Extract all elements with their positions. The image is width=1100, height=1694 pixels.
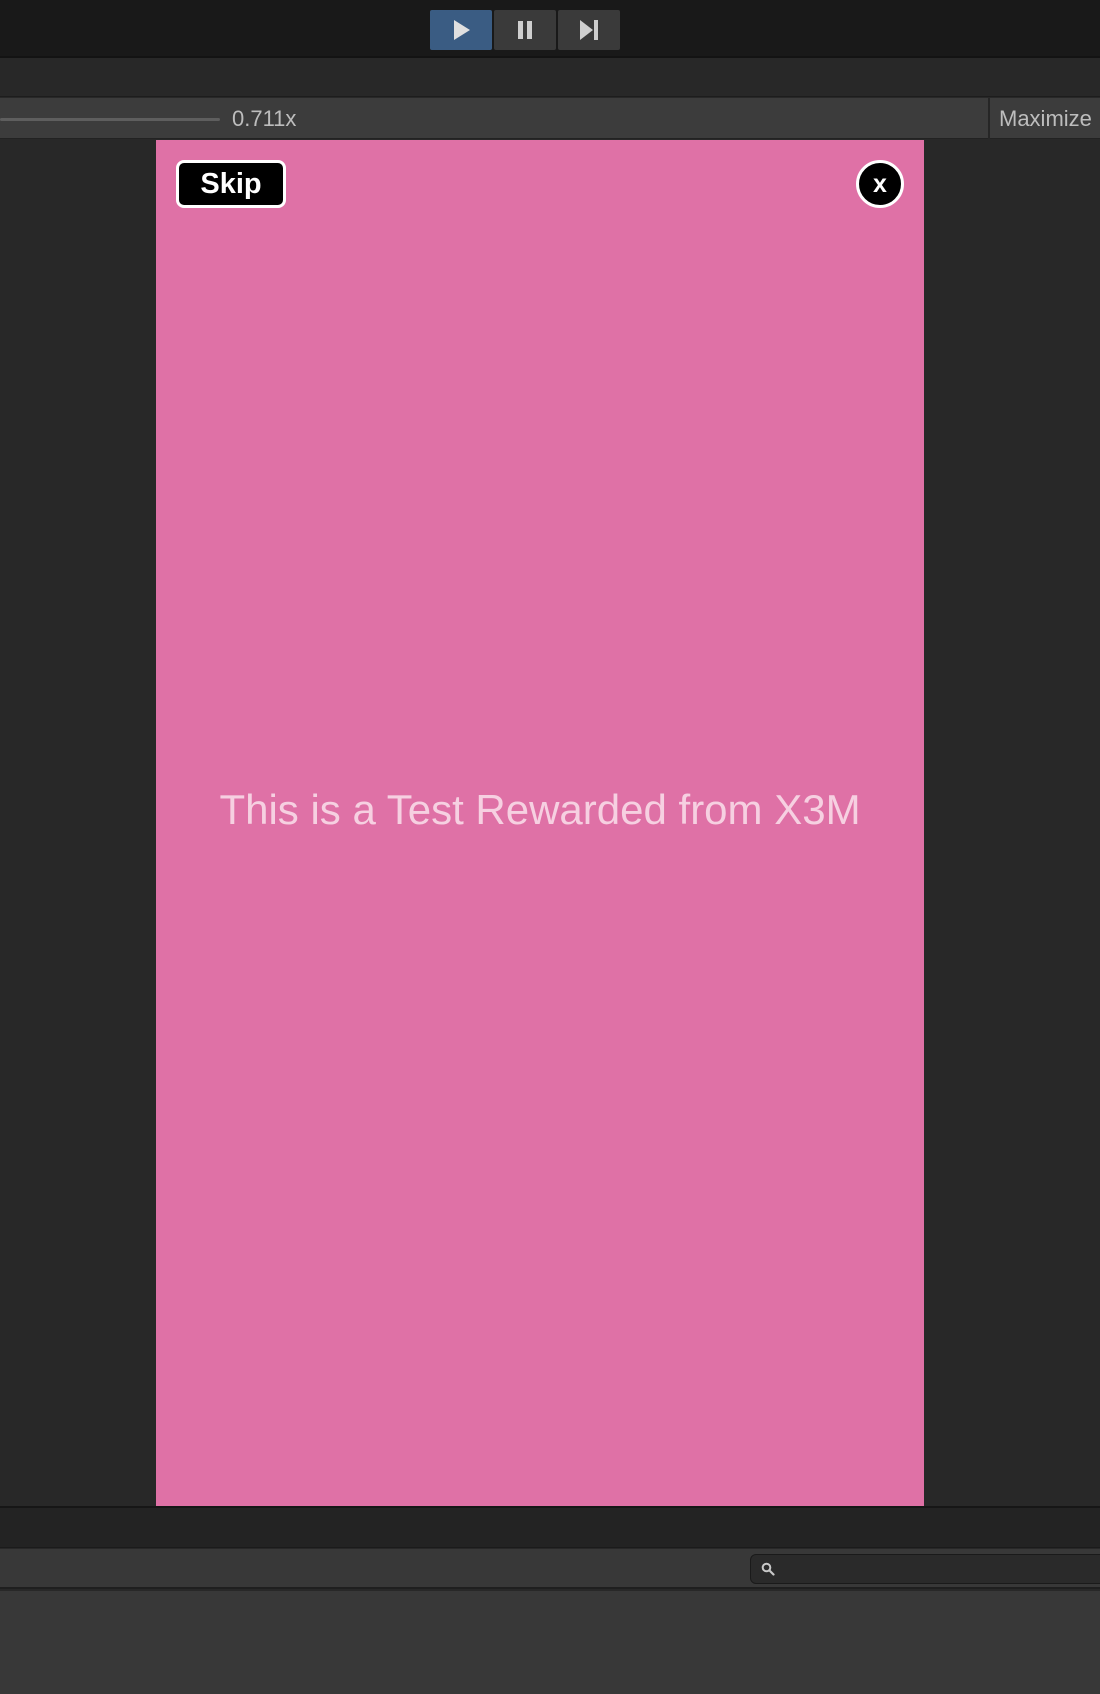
scale-slider[interactable] [0,118,220,121]
ad-message: This is a Test Rewarded from X3M [219,786,861,833]
step-forward-icon [580,20,598,40]
console-toolbar [0,1549,1100,1589]
game-view-tab-strip [0,60,1100,97]
console-content [0,1591,1100,1694]
scale-value: 0.711x [232,106,297,131]
maximize-button[interactable]: Maximize [999,106,1092,132]
skip-button[interactable]: Skip [176,160,286,208]
play-icon [454,20,470,40]
search-input[interactable] [750,1554,1100,1584]
search-icon [761,1562,775,1576]
pause-icon [518,21,532,39]
bottom-tab-strip [0,1508,1100,1548]
play-controls [430,10,620,50]
close-button[interactable]: x [856,160,904,208]
main-toolbar [0,0,1100,58]
toolbar-divider [988,98,990,139]
play-button[interactable] [430,10,492,50]
game-view-toolbar: 0.711x Maximize [0,98,1100,139]
pause-button[interactable] [494,10,556,50]
rewarded-ad-panel: Skip x This is a Test Rewarded from X3M [156,140,924,1506]
game-view: Skip x This is a Test Rewarded from X3M [0,140,1100,1506]
editor-window: 0.711x Maximize Skip x This is a Test Re… [0,0,1100,1694]
step-button[interactable] [558,10,620,50]
